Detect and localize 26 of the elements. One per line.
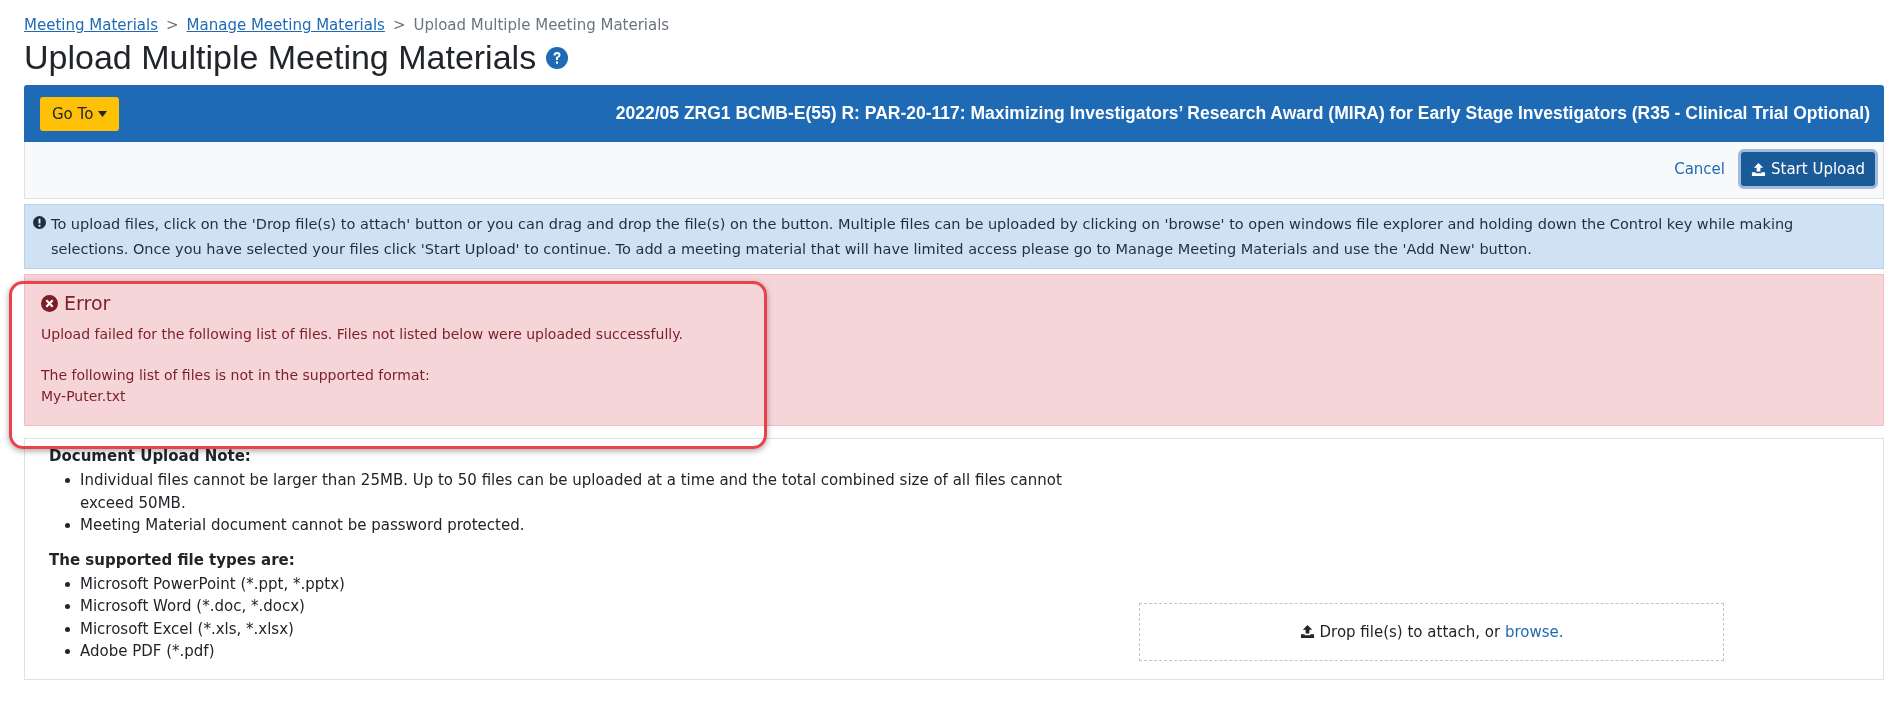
drop-zone[interactable]: Drop file(s) to attach, or browse. — [1139, 602, 1724, 661]
browse-link[interactable]: browse. — [1504, 622, 1564, 641]
file-type-item: Microsoft Word (*.doc, *.docx) — [80, 596, 305, 618]
file-type-item: Microsoft PowerPoint (*.ppt, *.pptx) — [80, 573, 345, 595]
meeting-title: 2022/05 ZRG1 BCMB-E(55) R: PAR-20-117: Maximizing Investigators’ Research Award (MIRA) for Early Stage Investigators (R35 - Clinical Trial Optional) — [615, 103, 1870, 124]
note-heading: Document Upload Note: — [49, 447, 252, 466]
go-to-button[interactable]: Go To — [40, 96, 120, 131]
breadcrumb-separator: > — [392, 16, 406, 34]
error-format-heading: The following list of files is not in the supported format: — [41, 365, 431, 385]
note-item: Individual files cannot be larger than 25MB. Up to 50 files can be uploaded at a time and the total combined size of all files cannot exceed 50MB. — [80, 470, 1063, 514]
breadcrumb-current: Upload Multiple Meeting Materials — [413, 16, 670, 34]
error-title: Error — [64, 291, 111, 317]
breadcrumb-link[interactable]: Meeting Materials — [24, 16, 158, 34]
error-message: Upload failed for the following list of files. Files not listed below were uploaded successfully. — [41, 324, 684, 344]
breadcrumb-link[interactable]: Manage Meeting Materials — [186, 16, 385, 34]
failed-file-name: My-Puter.txt — [41, 386, 127, 406]
file-types-heading: The supported file types are: — [49, 550, 296, 569]
page-title: Upload Multiple Meeting Materials — [24, 38, 537, 77]
note-item: Meeting Material document cannot be password protected. — [80, 515, 525, 537]
info-text: To upload files, click on the 'Drop file(s) to attach' button or you can drag and drop the file(s) on the button. Multiple files can be uploaded by clicking on 'browse' to open windows file explorer and holding down the Control key while making selections. Once you have selected your files click 'Start Upload' to continue. To add a meeting material that will have limited access please go to Manage Meeting Materials and use the 'Add New' button. — [51, 215, 1795, 259]
drop-zone-text: Drop file(s) to attach, or browse. — [1319, 622, 1564, 641]
breadcrumb-separator: > — [166, 16, 179, 34]
file-type-item: Adobe PDF (*.pdf) — [80, 641, 215, 663]
cancel-link[interactable]: Cancel — [1674, 160, 1725, 178]
start-upload-button[interactable]: Start Upload — [1741, 152, 1875, 186]
file-type-item: Microsoft Excel (*.xls, *.xlsx) — [80, 618, 294, 640]
